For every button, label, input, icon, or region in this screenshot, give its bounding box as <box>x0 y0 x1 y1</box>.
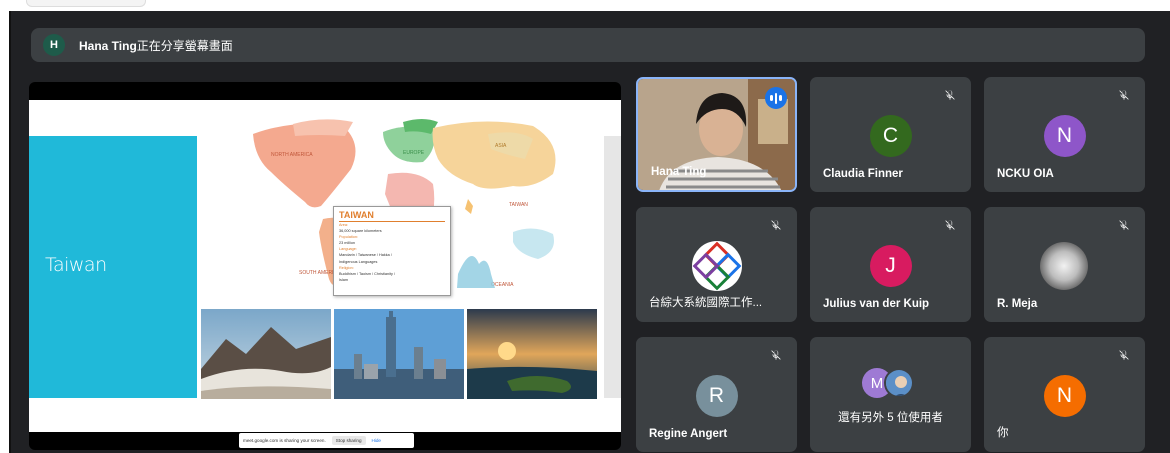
coastal-sunset-photo <box>467 309 597 399</box>
presenting-banner: H Hana Ting正在分享螢幕畫面 <box>31 28 1145 62</box>
map-label: TAIWAN <box>509 202 528 208</box>
participant-avatar: J <box>869 245 912 287</box>
participant-tile-claudia-finner[interactable]: C Claudia Finner <box>810 77 971 192</box>
popup-line: 23 million <box>339 241 356 246</box>
browser-tab-edge <box>26 0 146 7</box>
popup-line: Language: <box>339 247 357 252</box>
participant-avatar: N <box>1043 115 1086 157</box>
participant-tile-ncku-oia[interactable]: N NCKU OIA <box>984 77 1145 192</box>
slide-title: Taiwan <box>45 254 107 276</box>
popup-line: Islam <box>339 277 349 282</box>
participant-tile-hana-ting[interactable]: Hana Ting <box>636 77 797 192</box>
presentation-slide: Taiwan NORTH AMERICA EUROPE ASIA SOUTH A… <box>29 100 621 432</box>
stop-sharing-button[interactable]: Stop sharing <box>331 436 366 445</box>
hide-button[interactable]: Hide <box>372 438 381 443</box>
participant-name: NCKU OIA <box>997 168 1054 180</box>
popup-line: Area: <box>339 223 349 227</box>
participant-name: Hana Ting <box>651 166 707 178</box>
mic-off-icon <box>1119 90 1129 100</box>
mic-off-icon <box>1119 220 1129 230</box>
popup-line: Indigenous Languages <box>339 259 378 264</box>
participant-tile-you[interactable]: N 你 <box>984 337 1145 452</box>
popup-heading: TAIWAN <box>339 210 445 222</box>
participant-name: R. Meja <box>997 298 1038 310</box>
presenting-text: Hana Ting正在分享螢幕畫面 <box>79 37 233 54</box>
presenter-name: Hana Ting <box>79 38 137 53</box>
audio-level-icon <box>765 87 787 109</box>
participant-name: 你 <box>997 427 1009 439</box>
popup-line: Religion: <box>339 265 354 270</box>
presenter-avatar: H <box>43 34 65 56</box>
popup-line: 36,000 square kilometers <box>339 229 382 234</box>
city-skyline-photo <box>334 309 464 399</box>
mic-off-icon <box>945 220 955 230</box>
popup-line: Population: <box>339 235 358 240</box>
mountain-photo <box>201 309 331 399</box>
participant-photo-avatar <box>1040 242 1088 290</box>
participant-tile-regine-angert[interactable]: R Regine Angert <box>636 337 797 452</box>
participant-name: 台綜大系統國際工作... <box>649 297 763 309</box>
participant-tile-taiwan-university-system[interactable]: 台綜大系統國際工作... <box>636 207 797 322</box>
participant-avatar: R <box>695 375 738 417</box>
popup-line: Mandarin / Taiwanese / Hakka / <box>339 253 392 258</box>
other-participants-avatars: M <box>862 368 922 400</box>
participant-photo-avatar <box>884 368 914 398</box>
map-label: ASIA <box>495 143 507 149</box>
participant-avatar: C <box>869 115 912 157</box>
participant-name: Claudia Finner <box>823 168 903 180</box>
other-participants-tile[interactable]: M 還有另外 5 位使用者 <box>810 337 971 452</box>
screen-sharing-notice: meet.google.com is sharing your screen. … <box>239 433 414 448</box>
taiwan-info-popup: TAIWAN Area: 36,000 square kilometers Po… <box>333 206 451 296</box>
map-label: NORTH AMERICA <box>271 152 313 158</box>
other-participants-count: 還有另外 5 位使用者 <box>838 412 943 424</box>
map-label: EUROPE <box>403 150 425 156</box>
mic-off-icon <box>771 220 781 230</box>
slide-photos <box>201 309 597 399</box>
participant-name: Regine Angert <box>649 428 728 440</box>
organization-logo <box>692 241 742 291</box>
shared-screen[interactable]: Taiwan NORTH AMERICA EUROPE ASIA SOUTH A… <box>29 82 621 450</box>
sharing-text: meet.google.com is sharing your screen. <box>243 438 326 443</box>
participant-tile-r-meja[interactable]: R. Meja <box>984 207 1145 322</box>
presenting-message: 正在分享螢幕畫面 <box>136 38 233 53</box>
participant-tile-julius-van-der-kuip[interactable]: J Julius van der Kuip <box>810 207 971 322</box>
mic-off-icon <box>771 350 781 360</box>
participant-avatar: N <box>1043 375 1086 417</box>
mic-off-icon <box>1119 350 1129 360</box>
slide-side-band <box>604 136 621 398</box>
participant-name: Julius van der Kuip <box>823 298 930 310</box>
popup-line: Buddhism / Taoism / Christianity / <box>339 271 396 276</box>
mic-off-icon <box>945 90 955 100</box>
